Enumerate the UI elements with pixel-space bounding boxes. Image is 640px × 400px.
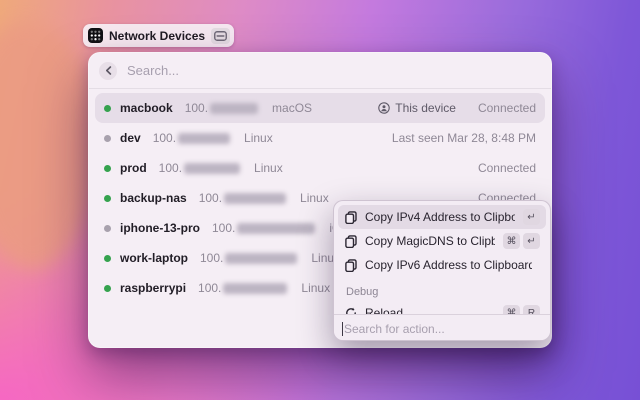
chevron-left-icon [105, 66, 112, 75]
status-dot [104, 105, 111, 112]
extension-title: Network Devices [109, 29, 205, 43]
device-ip: 100. [198, 281, 287, 295]
device-name: dev [120, 131, 141, 145]
redacted-ip [210, 103, 258, 114]
key-badge: ↵ [523, 233, 540, 249]
key-badge: ⌘ [503, 233, 520, 249]
clipboard-icon [344, 235, 357, 248]
action-panel: Copy IPv4 Address to Clipboard ↵ Copy Ma… [333, 200, 551, 341]
section-label-debug: Debug [338, 277, 546, 301]
device-os: macOS [272, 101, 312, 115]
status-dot [104, 195, 111, 202]
redacted-ip [237, 223, 315, 234]
action-item[interactable]: Copy IPv6 Address to Clipboard [338, 253, 546, 277]
redacted-ip [224, 193, 286, 204]
redacted-ip [223, 283, 287, 294]
shortcut-keys: ↵ [523, 209, 540, 225]
action-label: Copy IPv4 Address to Clipboard [365, 210, 515, 224]
key-badge: R [523, 305, 540, 314]
action-label: Copy IPv6 Address to Clipboard [365, 258, 532, 272]
hotkey-icon [214, 31, 227, 41]
device-os: Linux [300, 191, 329, 205]
shortcut-keys: ⌘↵ [503, 233, 540, 249]
person-circle-icon [378, 102, 390, 114]
device-ip: 100. [159, 161, 240, 175]
redacted-ip [184, 163, 240, 174]
device-ip: 100. [199, 191, 286, 205]
device-name: prod [120, 161, 147, 175]
device-name: iphone-13-pro [120, 221, 200, 235]
status-dot [104, 285, 111, 292]
device-status: Connected [478, 101, 536, 115]
search-header [89, 53, 551, 89]
action-items: Copy IPv4 Address to Clipboard ↵ Copy Ma… [334, 201, 550, 314]
device-status: Connected [478, 161, 536, 175]
key-badge: ⌘ [503, 305, 520, 314]
status-dot [104, 225, 111, 232]
text-caret [342, 322, 343, 336]
device-row[interactable]: macbook 100. macOS This device Connected [95, 93, 545, 123]
search-input[interactable] [127, 63, 539, 78]
wallpaper-blob [0, 22, 98, 270]
action-search-bar [334, 314, 550, 341]
action-label: Reload [365, 306, 495, 314]
device-os: Linux [244, 131, 273, 145]
device-status: Last seen Mar 28, 8:48 PM [392, 131, 536, 145]
device-row[interactable]: prod 100. Linux Connected [95, 153, 545, 183]
key-badge: ↵ [523, 209, 540, 225]
back-button[interactable] [99, 62, 117, 80]
action-label: Copy MagicDNS to Clipboard [365, 234, 495, 248]
reload-icon [344, 307, 357, 315]
device-os: Linux [254, 161, 283, 175]
status-dot [104, 135, 111, 142]
action-item[interactable]: Copy MagicDNS to Clipboard ⌘↵ [338, 229, 546, 253]
this-device-badge: This device [378, 101, 456, 115]
action-group-debug: Reload ⌘R [338, 301, 546, 314]
status-dot [104, 255, 111, 262]
device-row[interactable]: dev 100. Linux Last seen Mar 28, 8:48 PM [95, 123, 545, 153]
device-name: backup-nas [120, 191, 187, 205]
clipboard-icon [344, 259, 357, 272]
action-item[interactable]: Copy IPv4 Address to Clipboard ↵ [338, 205, 546, 229]
tailscale-icon [88, 28, 103, 43]
action-group-copy: Copy IPv4 Address to Clipboard ↵ Copy Ma… [338, 205, 546, 277]
device-ip: 100. [153, 131, 230, 145]
action-search-input[interactable] [344, 322, 542, 336]
device-ip: 100. [185, 101, 258, 115]
extension-chip[interactable]: Network Devices [83, 24, 234, 47]
device-os: Linux [301, 281, 330, 295]
redacted-ip [178, 133, 230, 144]
device-name: work-laptop [120, 251, 188, 265]
device-ip: 100. [212, 221, 315, 235]
redacted-ip [225, 253, 297, 264]
device-name: raspberrypi [120, 281, 186, 295]
device-name: macbook [120, 101, 173, 115]
hotkey-badge[interactable] [211, 28, 230, 44]
action-item[interactable]: Reload ⌘R [338, 301, 546, 314]
status-dot [104, 165, 111, 172]
clipboard-icon [344, 211, 357, 224]
shortcut-keys: ⌘R [503, 305, 540, 314]
device-ip: 100. [200, 251, 297, 265]
